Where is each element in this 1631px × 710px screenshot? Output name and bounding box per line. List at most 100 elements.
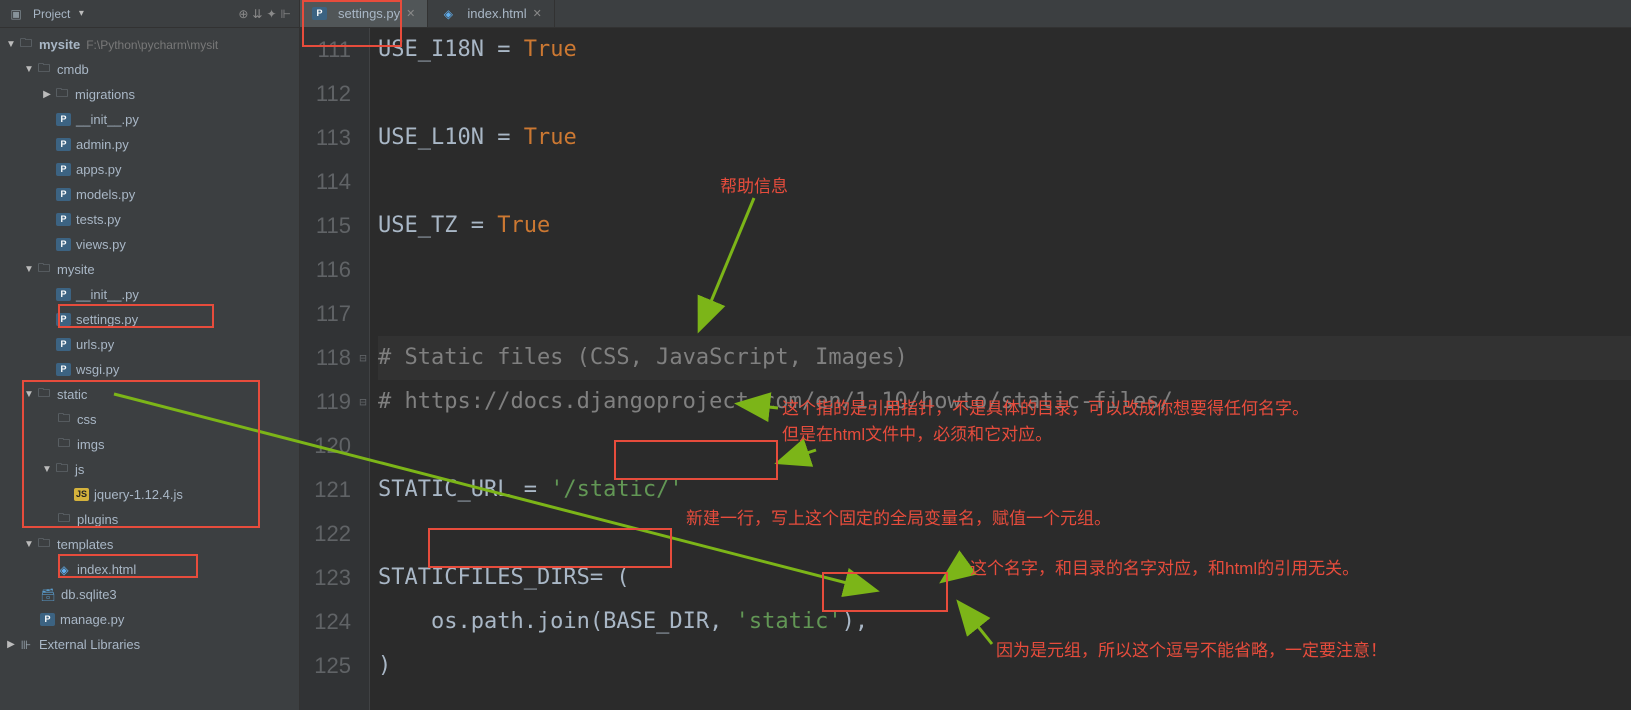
line-number: 115 [300, 204, 351, 248]
tree-file-settings[interactable]: Psettings.py [0, 307, 299, 332]
fold-marker [356, 600, 370, 644]
tree-folder-imgs[interactable]: 🗀imgs [0, 432, 299, 457]
project-tree[interactable]: ▼ 🗀 mysite F:\Python\pycharm\mysit ▼ 🗀 c… [0, 28, 299, 710]
chevron-down-icon[interactable]: ▼ [22, 64, 36, 75]
python-icon: P [56, 113, 71, 126]
python-icon: P [56, 363, 71, 376]
code-line[interactable] [378, 160, 1631, 204]
code-editor[interactable]: 1111121131141151161171181191201211221231… [300, 28, 1631, 710]
root-path: F:\Python\pycharm\mysit [86, 38, 218, 52]
fold-marker [356, 292, 370, 336]
tab-index[interactable]: ◈ index.html ✕ [428, 0, 554, 27]
html-icon: ◈ [56, 562, 72, 578]
fold-marker[interactable]: ⊟ [356, 336, 370, 380]
folder-icon: 🗀 [54, 462, 70, 478]
code-area[interactable]: ⊟⊟ USE_I18N = TrueUSE_L10N = TrueUSE_TZ … [370, 28, 1631, 710]
sidebar-header: ▣ Project ▾ ⊕ ⇊ ✦ ⊩ [0, 0, 299, 28]
line-number: 120 [300, 424, 351, 468]
folder-icon: 🗀 [36, 387, 52, 403]
target-icon[interactable]: ⊕ [238, 7, 248, 21]
fold-marker [356, 468, 370, 512]
line-number: 125 [300, 644, 351, 688]
tree-folder-cmdb[interactable]: ▼ 🗀 cmdb [0, 57, 299, 82]
tree-folder-css[interactable]: 🗀css [0, 407, 299, 432]
tab-settings[interactable]: P settings.py ✕ [300, 0, 428, 27]
close-icon[interactable]: ✕ [406, 7, 415, 20]
tree-folder-js[interactable]: ▼ 🗀 js [0, 457, 299, 482]
python-icon: P [56, 213, 71, 226]
fold-marker [356, 556, 370, 600]
fold-marker [356, 644, 370, 688]
fold-marker[interactable]: ⊟ [356, 380, 370, 424]
python-icon: P [56, 188, 71, 201]
tree-file[interactable]: Pmodels.py [0, 182, 299, 207]
chevron-right-icon[interactable]: ▶ [40, 89, 54, 100]
tree-file[interactable]: P__init__.py [0, 282, 299, 307]
python-icon: P [312, 7, 327, 20]
tree-folder-plugins[interactable]: 🗀plugins [0, 507, 299, 532]
line-number: 122 [300, 512, 351, 556]
fold-marker [356, 204, 370, 248]
chevron-down-icon[interactable]: ▼ [40, 464, 54, 475]
chevron-down-icon[interactable]: ▼ [22, 264, 36, 275]
fold-marker [356, 72, 370, 116]
tree-file-db[interactable]: 🗃db.sqlite3 [0, 582, 299, 607]
annotation-tuple: 因为是元组，所以这个逗号不能省略，一定要注意！ [996, 636, 1387, 661]
html-icon: ◈ [440, 6, 456, 22]
folder-icon: 🗀 [56, 412, 72, 428]
tree-file[interactable]: Pwsgi.py [0, 357, 299, 382]
python-icon: P [56, 288, 71, 301]
line-number: 119 [300, 380, 351, 424]
code-line[interactable]: USE_L10N = True [378, 116, 1631, 160]
python-icon: P [56, 238, 71, 251]
main-area: P settings.py ✕ ◈ index.html ✕ 111112113… [300, 0, 1631, 710]
tree-file-index[interactable]: ◈index.html [0, 557, 299, 582]
tree-file-manage[interactable]: Pmanage.py [0, 607, 299, 632]
tree-root[interactable]: ▼ 🗀 mysite F:\Python\pycharm\mysit [0, 32, 299, 57]
close-icon[interactable]: ✕ [533, 7, 542, 20]
tree-folder-templates[interactable]: ▼ 🗀 templates [0, 532, 299, 557]
line-number: 114 [300, 160, 351, 204]
line-number: 121 [300, 468, 351, 512]
chevron-down-icon[interactable]: ▼ [4, 39, 18, 50]
line-number: 117 [300, 292, 351, 336]
code-line[interactable]: USE_I18N = True [378, 28, 1631, 72]
code-line[interactable]: USE_TZ = True [378, 204, 1631, 248]
root-name: mysite [39, 37, 80, 52]
hide-icon[interactable]: ⊩ [281, 7, 291, 21]
python-icon: P [56, 163, 71, 176]
tree-external-libs[interactable]: ▶ ⊪ External Libraries [0, 632, 299, 657]
python-icon: P [40, 613, 55, 626]
gear-icon[interactable]: ✦ [266, 7, 276, 21]
tree-file[interactable]: Padmin.py [0, 132, 299, 157]
folder-icon: 🗀 [54, 87, 70, 103]
project-icon: ▣ [8, 6, 24, 22]
collapse-icon[interactable]: ⇊ [252, 7, 262, 21]
chevron-down-icon[interactable]: ▼ [22, 539, 36, 550]
line-number: 112 [300, 72, 351, 116]
sidebar-title: Project [33, 7, 70, 21]
tree-file[interactable]: Pviews.py [0, 232, 299, 257]
line-number: 123 [300, 556, 351, 600]
tree-folder-migrations[interactable]: ▶ 🗀 migrations [0, 82, 299, 107]
annotation-newline: 新建一行，写上这个固定的全局变量名，赋值一个元组。 [686, 504, 1111, 529]
code-line[interactable] [378, 248, 1631, 292]
tree-folder-mysite[interactable]: ▼ 🗀 mysite [0, 257, 299, 282]
folder-icon: 🗀 [36, 62, 52, 78]
library-icon: ⊪ [18, 637, 34, 653]
code-line[interactable]: # Static files (CSS, JavaScript, Images) [378, 336, 1631, 380]
chevron-down-icon[interactable]: ▼ [22, 389, 36, 400]
js-icon: JS [74, 488, 89, 501]
tree-file-jquery[interactable]: JSjquery-1.12.4.js [0, 482, 299, 507]
chevron-right-icon[interactable]: ▶ [4, 639, 18, 650]
tree-file[interactable]: Purls.py [0, 332, 299, 357]
dropdown-icon[interactable]: ▾ [74, 8, 88, 19]
python-icon: P [56, 313, 71, 326]
code-line[interactable] [378, 72, 1631, 116]
tree-file[interactable]: P__init__.py [0, 107, 299, 132]
tree-file[interactable]: Ptests.py [0, 207, 299, 232]
tree-file[interactable]: Papps.py [0, 157, 299, 182]
tree-folder-static[interactable]: ▼ 🗀 static [0, 382, 299, 407]
code-line[interactable] [378, 292, 1631, 336]
tabs-bar: P settings.py ✕ ◈ index.html ✕ [300, 0, 1631, 28]
